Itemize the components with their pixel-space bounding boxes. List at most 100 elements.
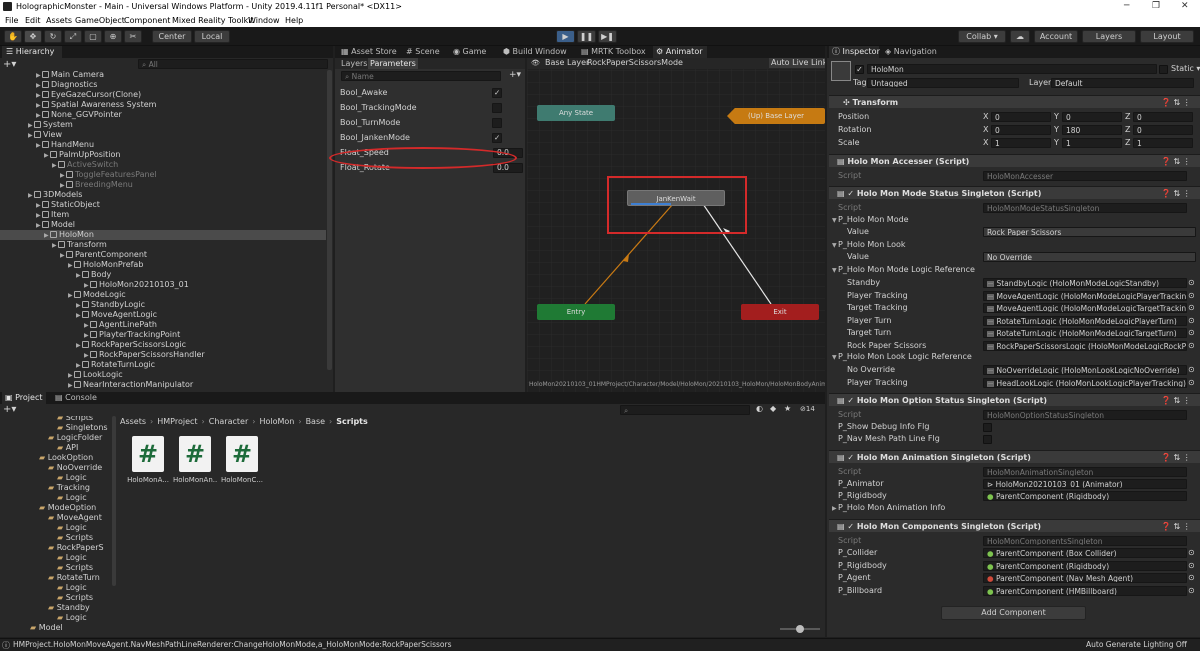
transform-settings-icon[interactable]: ❓ ⇅ ⋮ [1161,96,1191,109]
menu-edit[interactable]: Edit [25,16,41,25]
project-create-icon[interactable]: +▾ [3,404,16,415]
holo-mon-mode-foldout[interactable]: ▼P_Holo Mon Mode [832,215,909,226]
tab-project[interactable]: ▣ Project [2,392,46,404]
tab-build-window[interactable]: ⬢ Build Window [503,46,567,58]
mode-logic-reference-foldout[interactable]: ▼P_Holo Mon Mode Logic Reference [832,265,975,276]
filter-type-icon[interactable]: ◐ [756,404,763,413]
project-folder[interactable]: ▰ ModeOption [0,503,112,513]
project-folder[interactable]: ▰ MoveAgent [0,513,112,523]
pivot-local-button[interactable]: Local [194,30,230,43]
parameter-row[interactable]: Bool_TrackingMode [335,100,525,115]
breadcrumb-item[interactable]: Character [209,417,249,426]
cloud-icon[interactable]: ☁ [1010,30,1030,43]
auto-generate-lighting-status[interactable]: Auto Generate Lighting Off [1086,640,1187,650]
create-plus-icon[interactable]: +▾ [3,59,16,70]
hierarchy-item[interactable]: ▶ Diagnostics [0,80,326,90]
accesser-settings-icon[interactable]: ❓ ⇅ ⋮ [1161,155,1191,168]
entry-node[interactable]: Entry [537,304,615,320]
mode-logic-object-field[interactable]: ▤ MoveAgentLogic (HoloMonModeLogicTarget… [983,303,1187,313]
maximize-icon[interactable]: ❐ [1152,1,1160,11]
components-settings-icon[interactable]: ❓ ⇅ ⋮ [1161,520,1191,533]
eye-icon[interactable]: 👁 [531,59,540,67]
hierarchy-item[interactable]: ▶ LookLogic [0,370,326,380]
any-state-node[interactable]: Any State [537,105,615,121]
position-z-input[interactable]: 0 [1133,112,1193,122]
rotation-z-input[interactable]: 0 [1133,125,1193,135]
position-y-input[interactable]: 0 [1062,112,1122,122]
static-dropdown[interactable]: Static ▾ [1171,64,1200,74]
project-folder[interactable]: ▰ Scripts [0,416,112,423]
transform-header[interactable]: ✣ Transform ❓ ⇅ ⋮ [829,95,1200,108]
hierarchy-item[interactable]: ▶ AgentLinePath [0,320,326,330]
parameter-bool-checkbox[interactable] [492,118,502,128]
project-folder[interactable]: ▰ Standby [0,603,112,613]
components-object-field[interactable]: ● ParentComponent (Rigidbody) [983,560,1187,571]
layer-dropdown[interactable]: Default [1051,78,1194,88]
hierarchy-item[interactable]: ▶ HoloMonPrefab [0,260,326,270]
menu-window[interactable]: Window [248,16,280,25]
hierarchy-item[interactable]: ▶ Spatial Awareness System [0,100,326,110]
favorite-icon[interactable]: ★ [784,404,791,413]
icon-size-slider[interactable] [780,625,820,633]
script-file-name[interactable]: HoloMonA... [126,476,170,484]
layout-dropdown[interactable]: Layout [1140,30,1194,43]
hierarchy-item[interactable]: ▶ StandbyLogic [0,300,326,310]
tab-animator[interactable]: ⚙ Animator [653,46,707,58]
hierarchy-item[interactable]: ▶ EyeGazeCursor(Clone) [0,90,326,100]
custom-tool-icon[interactable]: ✂ [124,30,142,43]
object-picker-icon[interactable]: ⊙ [1188,365,1195,374]
mode-logic-object-field[interactable]: ▤ MoveAgentLogic (HoloMonModeLogicPlayer… [983,290,1187,301]
hierarchy-item[interactable]: ▶ RockPaperScissorsHandler [0,350,326,360]
script-file-name[interactable]: HoloMonC... [220,476,264,484]
project-tree-scrollbar[interactable] [112,416,116,586]
tab-hierarchy[interactable]: ☰ Hierarchy [2,46,62,58]
add-parameter-icon[interactable]: +▾ [509,70,521,80]
project-folder[interactable]: ▰ Singletons [0,423,112,433]
parameter-search-input[interactable]: ⌕ Name [341,71,501,81]
hierarchy-item[interactable]: ▶ StaticObject [0,200,326,210]
object-picker-icon[interactable]: ⊙ [1188,291,1195,300]
parameter-bool-checkbox[interactable]: ✓ [492,88,502,98]
tab-console[interactable]: ▤ Console [55,392,99,404]
play-button[interactable]: ▶ [556,30,575,43]
hierarchy-item[interactable]: ▶ Item [0,210,326,220]
scale-y-input[interactable]: 1 [1062,138,1122,148]
tab-game[interactable]: ◉ Game [453,46,491,58]
menu-mixed-reality-toolkit[interactable]: Mixed Reality Toolkit [172,16,254,25]
step-button[interactable]: ▶❚ [598,30,617,43]
active-checkbox[interactable]: ✓ [855,65,864,74]
object-picker-icon[interactable]: ⊙ [1188,586,1195,595]
animation-settings-icon[interactable]: ❓ ⇅ ⋮ [1161,451,1191,464]
project-folder[interactable]: ▰ NoOverride [0,463,112,473]
project-search-input[interactable]: ⌕ [620,405,750,415]
csharp-script-icon[interactable]: # [226,436,258,472]
hierarchy-item[interactable]: ▶ HoloMon20210103_01 [0,280,326,290]
project-folder[interactable]: ▰ Logic [0,553,112,563]
object-picker-icon[interactable]: ⊙ [1188,378,1195,387]
project-folder[interactable]: ▰ RockPaperS [0,543,112,553]
rotation-x-input[interactable]: 0 [991,125,1051,135]
mode-logic-object-field[interactable]: ▤ StandbyLogic (HoloMonModeLogicStandby) [983,278,1187,288]
mode-value-dropdown[interactable]: Rock Paper Scissors [983,227,1196,237]
project-folder[interactable]: ▰ Scripts [0,593,112,603]
csharp-script-icon[interactable]: # [179,436,211,472]
icon-size-slider-thumb[interactable] [796,625,804,633]
project-folder[interactable]: ▰ Logic [0,523,112,533]
menu-file[interactable]: File [5,16,18,25]
parameter-row[interactable]: Bool_TurnMode [335,115,525,130]
mode-logic-object-field[interactable]: ▤ RockPaperScissorsLogic (HoloMonModeLog… [983,340,1187,351]
hierarchy-item[interactable]: ▶ ActiveSwitch [0,160,326,170]
csharp-script-icon[interactable]: # [132,436,164,472]
breadcrumb-item[interactable]: Base [306,417,325,426]
hierarchy-item[interactable]: ▶ MoveAgentLogic [0,310,326,320]
rotate-tool-icon[interactable]: ↻ [44,30,62,43]
object-picker-icon[interactable]: ⊙ [1188,278,1195,287]
mode-status-settings-icon[interactable]: ❓ ⇅ ⋮ [1161,187,1191,200]
look-logic-reference-foldout[interactable]: ▼P_Holo Mon Look Logic Reference [832,352,972,363]
animation-rigidbody-field[interactable]: ● ParentComponent (Rigidbody) [983,491,1187,501]
hierarchy-item[interactable]: ▶ ParentComponent [0,250,326,260]
project-folder[interactable]: ▰ Tracking [0,483,112,493]
option-status-component-header[interactable]: ▤ ✓ Holo Mon Option Status Singleton (Sc… [829,393,1200,406]
project-folder[interactable]: ▰ LookOption [0,453,112,463]
object-picker-icon[interactable]: ⊙ [1188,303,1195,312]
